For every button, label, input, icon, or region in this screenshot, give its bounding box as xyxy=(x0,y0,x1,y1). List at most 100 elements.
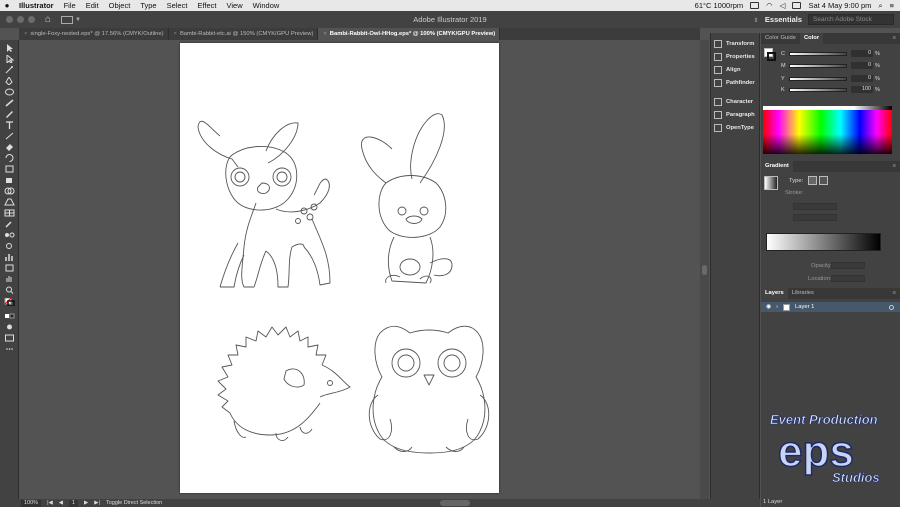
wifi-icon[interactable]: ◠ xyxy=(766,0,773,11)
tab-document-1[interactable]: × single-Foxy-nested.eps* @ 17.56% (CMYK… xyxy=(19,28,169,40)
spotlight-icon[interactable]: ⌕ xyxy=(878,0,882,11)
artboard[interactable] xyxy=(180,43,499,493)
canvas-area[interactable] xyxy=(19,40,709,499)
gradient-aspect-field[interactable] xyxy=(793,214,837,221)
close-tab-icon[interactable]: × xyxy=(24,28,27,40)
menu-select[interactable]: Select xyxy=(162,0,193,11)
menu-object[interactable]: Object xyxy=(104,0,136,11)
layer-name[interactable]: Layer 1 xyxy=(795,304,814,310)
target-icon[interactable] xyxy=(889,304,894,310)
eye-icon[interactable]: ◉ xyxy=(766,304,771,310)
layer-row[interactable]: ◉ › Layer 1 xyxy=(761,302,900,312)
scroll-thumb[interactable] xyxy=(702,265,707,275)
adobe-stock-search[interactable]: Search Adobe Stock xyxy=(808,14,894,25)
menu-type[interactable]: Type xyxy=(135,0,161,11)
menu-view[interactable]: View xyxy=(221,0,247,11)
close-window-button[interactable] xyxy=(6,16,13,23)
panel-menu-icon[interactable]: ≡ xyxy=(889,161,900,172)
yellow-channel[interactable]: Y 0% xyxy=(781,75,880,82)
eraser-tool-icon[interactable] xyxy=(4,143,15,151)
stroke-swatch[interactable] xyxy=(767,52,776,61)
workspace-switcher[interactable]: Essentials xyxy=(765,15,802,24)
panel-transform[interactable]: Transform xyxy=(714,38,754,50)
panel-menu-icon[interactable]: ≡ xyxy=(889,33,900,44)
zoom-tool-icon[interactable] xyxy=(4,286,15,294)
shape-builder-tool-icon[interactable] xyxy=(4,187,15,195)
free-transform-tool-icon[interactable] xyxy=(4,176,15,184)
close-tab-icon[interactable]: × xyxy=(174,28,177,40)
fill-stroke-swatch-icon[interactable] xyxy=(4,298,15,306)
default-colors-icon[interactable] xyxy=(4,312,15,320)
tab-document-3[interactable]: × Bambi-Rabbit-Owl-HHog.eps* @ 100% (CMY… xyxy=(318,28,501,40)
artboard-tool-icon[interactable] xyxy=(4,264,15,272)
gradient-preview[interactable] xyxy=(764,176,778,190)
zoom-field[interactable]: 100% xyxy=(21,499,42,507)
horizontal-scroll-thumb[interactable] xyxy=(440,500,470,506)
opacity-field[interactable] xyxy=(831,262,865,269)
gradient-angle-field[interactable] xyxy=(793,203,837,210)
vertical-scrollbar[interactable] xyxy=(700,40,709,499)
hedgehog-artwork[interactable] xyxy=(217,326,351,441)
rotate-tool-icon[interactable] xyxy=(4,154,15,162)
channel-value[interactable]: 0 xyxy=(851,62,873,69)
channel-value[interactable]: 100 xyxy=(851,86,873,93)
zoom-window-button[interactable] xyxy=(28,16,35,23)
temperature-readout[interactable]: 61°C 1000rpm xyxy=(695,0,743,11)
channel-slider[interactable] xyxy=(789,51,847,56)
panel-character[interactable]: Character xyxy=(714,96,753,108)
black-channel[interactable]: K 100% xyxy=(781,86,880,93)
tab-color[interactable]: Color xyxy=(799,33,824,44)
tab-color-guide[interactable]: Color Guide xyxy=(761,33,800,44)
tab-layers[interactable]: Layers xyxy=(761,288,788,299)
paintbrush-tool-icon[interactable] xyxy=(4,99,15,107)
pencil-tool-icon[interactable] xyxy=(4,110,15,118)
hand-tool-icon[interactable] xyxy=(4,275,15,283)
linear-gradient-button[interactable] xyxy=(808,176,817,185)
panel-pathfinder[interactable]: Pathfinder xyxy=(714,77,755,89)
status-hint[interactable]: Toggle Direct Selection xyxy=(106,500,162,506)
app-menu[interactable]: Illustrator xyxy=(14,0,59,11)
apple-menu-icon[interactable]: ● xyxy=(0,1,14,10)
last-artboard-icon[interactable]: ▶| xyxy=(94,500,100,506)
menu-window[interactable]: Window xyxy=(248,0,285,11)
tab-document-2[interactable]: × Bambi-Rabbit-etc.ai @ 150% (CMYK/GPU P… xyxy=(169,28,319,40)
notification-icon[interactable]: ≡ xyxy=(890,0,894,11)
previous-artboard-icon[interactable]: ◀ xyxy=(59,500,63,506)
cyan-channel[interactable]: C 0% xyxy=(781,50,880,57)
menu-edit[interactable]: Edit xyxy=(81,0,104,11)
radial-gradient-button[interactable] xyxy=(819,176,828,185)
more-tools-icon[interactable] xyxy=(4,345,15,353)
arrange-documents-icon[interactable] xyxy=(61,15,74,24)
channel-slider[interactable] xyxy=(789,76,847,81)
display-icon[interactable] xyxy=(750,2,760,9)
location-field[interactable] xyxy=(831,275,865,282)
draw-mode-icon[interactable] xyxy=(4,323,15,331)
close-tab-icon[interactable]: × xyxy=(323,28,326,40)
clock[interactable]: Sat 4 May 9:00 pm xyxy=(808,0,871,11)
lightbulb-icon[interactable]: ♁ xyxy=(753,15,759,24)
minimize-window-button[interactable] xyxy=(17,16,24,23)
rabbit-artwork[interactable] xyxy=(361,113,453,284)
panel-properties[interactable]: Properties xyxy=(714,51,755,63)
channel-value[interactable]: 0 xyxy=(851,50,873,57)
blend-tool-icon[interactable] xyxy=(4,231,15,239)
scale-tool-icon[interactable] xyxy=(4,165,15,173)
magic-wand-tool-icon[interactable] xyxy=(4,66,15,74)
chevron-right-icon[interactable]: › xyxy=(776,304,778,310)
color-spectrum[interactable] xyxy=(763,110,892,154)
channel-value[interactable]: 0 xyxy=(851,75,873,82)
gradient-slider[interactable] xyxy=(766,233,881,251)
menu-effect[interactable]: Effect xyxy=(192,0,221,11)
mesh-tool-icon[interactable] xyxy=(4,209,15,217)
pen-tool-icon[interactable] xyxy=(4,77,15,85)
battery-icon[interactable] xyxy=(792,2,802,9)
menu-file[interactable]: File xyxy=(59,0,81,11)
selection-tool-icon[interactable] xyxy=(4,44,15,52)
direct-selection-tool-icon[interactable] xyxy=(4,55,15,63)
panel-opentype[interactable]: OpenType xyxy=(714,122,754,134)
next-artboard-icon[interactable]: ▶ xyxy=(84,500,88,506)
type-tool-icon[interactable] xyxy=(4,121,15,129)
artboard-number-field[interactable]: 1 xyxy=(68,499,79,507)
first-artboard-icon[interactable]: |◀ xyxy=(47,500,53,506)
column-graph-tool-icon[interactable] xyxy=(4,253,15,261)
